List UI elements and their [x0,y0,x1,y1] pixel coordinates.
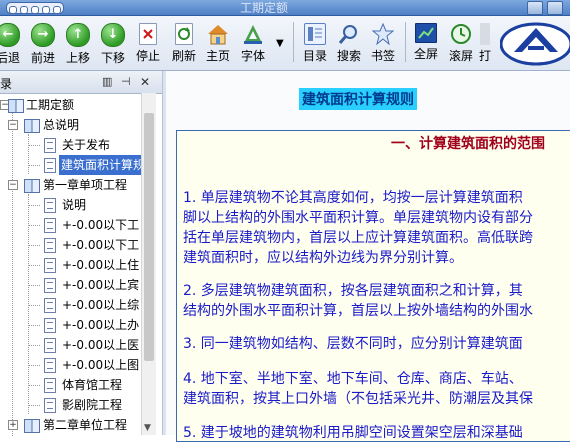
page-icon [44,318,56,333]
page-icon [44,138,56,153]
tree-node-item[interactable]: +-0.00以上住 [0,255,141,275]
window-menu-icon[interactable] [6,2,64,14]
tree-node-theater[interactable]: 影剧院工程 [0,395,141,415]
up-arrow-icon [66,23,90,47]
stop-icon [139,23,157,45]
fullscreen-icon [415,23,437,43]
paragraph-line: 5. 建于坡地的建筑物利用吊脚空间设置架空层和深基础 [183,425,523,441]
paragraph-line: 结构的外围水平面积计算，首层以上按外墙结构的外围水 [183,303,533,319]
book-icon [8,99,24,113]
collapse-icon[interactable]: − [8,120,18,130]
tree-scrollbar[interactable]: ▼ [141,93,156,435]
pane-menu-icon[interactable]: ▥ [102,75,112,88]
book-icon [24,119,40,133]
paragraph-line: 2. 多层建筑物建筑面积，按各层建筑面积之和计算，其 [183,283,523,299]
book-icon [24,419,40,433]
stop-button[interactable]: 停止 [132,20,164,64]
toolbar: 后退 前进 上移 下移 停止 刷新 主页 字体 ▼ [0,16,570,71]
tree-node-root[interactable]: − 工期定额 [0,95,140,115]
pin-icon[interactable]: ⊣ [121,75,131,88]
toolbar-separator [293,22,294,62]
page-icon [44,218,56,233]
tree-node-item[interactable]: +-0.00以下工 [0,215,141,235]
refresh-button[interactable]: 刷新 [168,20,200,64]
fullscreen-button[interactable]: 全屏 [410,20,442,62]
tree-node-chapter1[interactable]: − 第一章单项工程 [0,175,140,195]
print-button[interactable]: 打 [475,20,495,64]
tree-node-item[interactable]: +-0.00以上宾 [0,275,141,295]
bookmark-button[interactable]: 书签 [367,20,399,64]
brand-logo [499,22,570,66]
font-dropdown-arrow-icon[interactable]: ▼ [276,38,284,49]
document-panel: 一、计算建筑面积的范围 1. 单层建筑物不论其高度如何，均按一层计算建筑面积 脚… [176,130,570,442]
document-view: 建筑面积计算规则 一、计算建筑面积的范围 1. 单层建筑物不论其高度如何，均按一… [166,71,570,442]
contents-icon [304,23,326,45]
tree-node-area-rules[interactable]: 建筑面积计算规 [0,155,141,175]
page-icon [44,258,56,273]
paragraph-line: 建筑面积，按其上口外墙（不包括采光井、防潮层及其保 [183,391,533,407]
minimize-button[interactable] [527,1,543,15]
paragraph-line: 脚以上结构的外围水平面积计算。单层建筑物内设有部分 [183,210,533,226]
page-icon [44,378,56,393]
print-icon [480,23,490,45]
expand-icon[interactable]: + [8,420,18,430]
tree-node-general[interactable]: − 总说明 [0,115,140,135]
paragraph-line: 4. 地下室、半地下室、地下车间、仓库、商店、车站、 [183,371,523,387]
font-button[interactable]: 字体 [237,20,269,64]
move-down-button[interactable]: 下移 [97,20,129,66]
tree-node-item[interactable]: +-0.00以上图 [0,355,141,375]
page-icon [44,278,56,293]
paragraph-line: 建筑面积时，应以结构外边线为界分别计算。 [183,250,463,266]
paragraph-line: 1. 单层建筑物不论其高度如何，均按一层计算建筑面积 [183,190,523,206]
section-heading: 一、计算建筑面积的范围 [391,136,545,152]
tree-node-item[interactable]: +-0.00以下工 [0,235,141,255]
tree-node-description[interactable]: 说明 [0,195,140,215]
page-icon [44,358,56,373]
toolbar-separator [405,22,406,62]
maximize-button[interactable] [547,1,563,15]
title-bar: 工期定额 [0,0,570,16]
tree-node-gym[interactable]: 体育馆工程 [0,375,141,395]
contents-button[interactable]: 目录 [299,20,331,64]
page-icon [44,198,56,213]
paragraph-line: 括在单层建筑物内，首层以上应计算建筑面积。高低联跨 [183,230,533,246]
page-icon [44,238,56,253]
page-icon [44,398,56,413]
contents-pane-header: 录 ▥ ⊣ ✕ [0,71,162,94]
back-arrow-icon [0,23,20,47]
tree-node-item[interactable]: +-0.00以上医 [0,335,141,355]
back-button[interactable]: 后退 [0,20,24,66]
page-icon [44,158,56,173]
search-icon [338,23,360,45]
forward-arrow-icon [31,23,55,47]
bookmark-icon [371,22,395,46]
document-title: 建筑面积计算规则 [299,88,417,110]
down-arrow-icon [101,23,125,47]
move-up-button[interactable]: 上移 [62,20,94,66]
contents-pane-title: 录 [0,77,13,91]
page-icon [44,298,56,313]
autoscroll-icon [450,23,472,45]
search-button[interactable]: 搜索 [333,20,365,64]
autoscroll-button[interactable]: 滚屏 [445,20,477,64]
tree-node-chapter2[interactable]: + 第二章单位工程 [0,415,141,435]
book-icon [24,179,40,193]
tree-node-release[interactable]: 关于发布 [0,135,140,155]
refresh-icon [175,23,193,45]
tree-node-item[interactable]: +-0.00以上综 [0,295,141,315]
window-title: 工期定额 [240,1,289,15]
close-pane-icon[interactable]: ✕ [140,75,150,89]
scrollbar-thumb[interactable] [144,113,154,361]
home-icon [207,23,229,45]
home-button[interactable]: 主页 [202,20,234,64]
paragraph-line: 3. 同一建筑物如结构、层数不同时，应分别计算建筑面 [183,336,523,352]
page-icon [44,338,56,353]
font-icon [242,23,264,45]
forward-button[interactable]: 前进 [27,20,59,66]
scroll-down-arrow-icon[interactable]: ▼ [144,423,151,433]
collapse-icon[interactable]: − [8,180,18,190]
tree-node-item[interactable]: +-0.00以上办 [0,315,141,335]
